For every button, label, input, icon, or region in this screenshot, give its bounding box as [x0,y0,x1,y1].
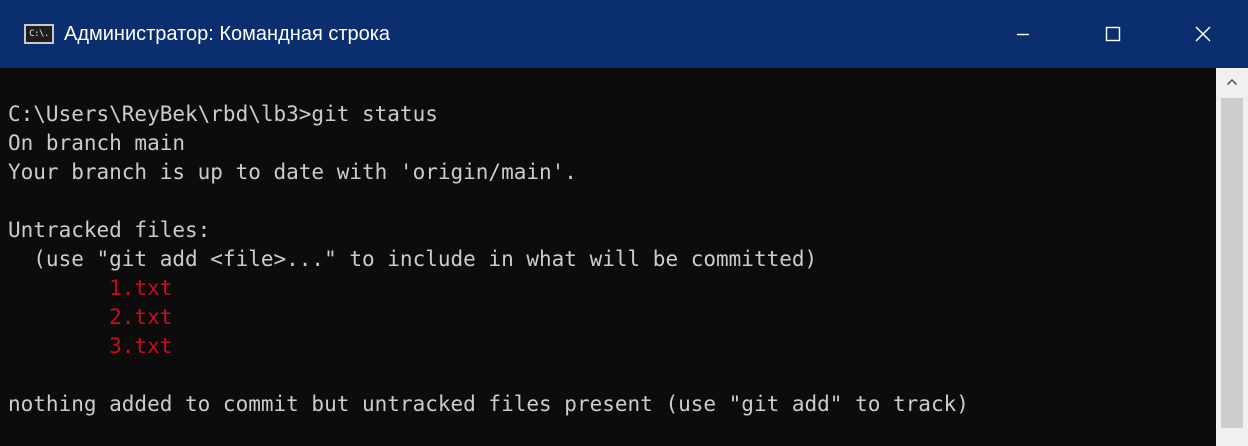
cmd-icon[interactable]: C:\. [24,24,54,44]
close-icon [1195,26,1211,42]
uptodate-line: Your branch is up to date with 'origin/m… [8,160,577,184]
untracked-hint: (use "git add <file>..." to include in w… [8,247,818,271]
untracked-file: 2.txt [8,305,173,329]
branch-line: On branch main [8,131,186,155]
maximize-button[interactable] [1068,0,1158,68]
minimize-icon [1017,33,1029,36]
chevron-up-icon [1226,78,1238,86]
untracked-file: 3.txt [8,334,173,358]
console-output[interactable]: C:\Users\ReyBek\rbd\lb3>git status On br… [0,68,1216,446]
summary-line: nothing added to commit but untracked fi… [8,392,969,416]
untracked-file: 1.txt [8,276,173,300]
scroll-up-button[interactable] [1216,68,1248,96]
minimize-button[interactable] [978,0,1068,68]
maximize-icon [1105,26,1121,42]
window-title: Администратор: Командная строка [64,22,391,45]
command-prompt-window: C:\. Администратор: Командная строка C:\… [0,0,1248,446]
close-button[interactable] [1158,0,1248,68]
scroll-thumb[interactable] [1221,98,1243,428]
cmd-icon-text: C:\. [29,28,49,39]
prompt-command-line: C:\Users\ReyBek\rbd\lb3>git status [8,102,438,126]
title-bar[interactable]: C:\. Администратор: Командная строка [0,0,1248,68]
untracked-header: Untracked files: [8,218,211,242]
vertical-scrollbar[interactable] [1216,68,1248,446]
window-controls [978,0,1248,68]
